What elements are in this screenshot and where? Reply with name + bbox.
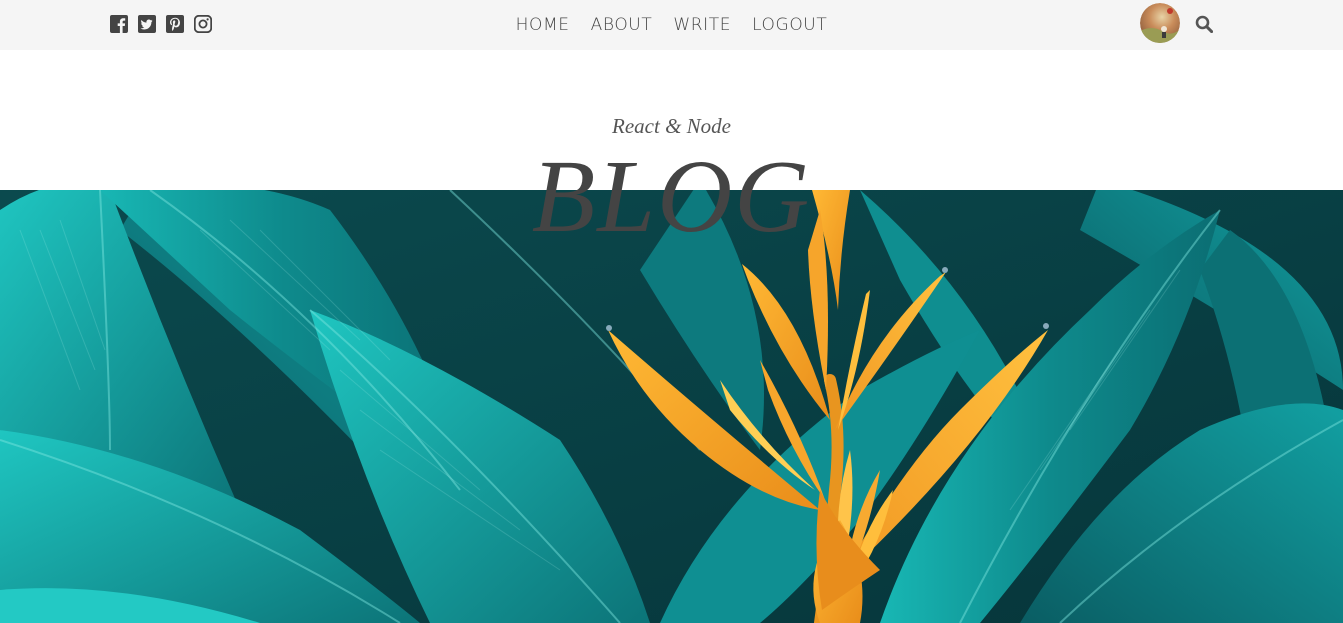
top-bar: HOME ABOUT WRITE LOGOUT <box>0 0 1343 50</box>
search-icon[interactable] <box>1195 15 1213 33</box>
instagram-icon[interactable] <box>194 15 212 33</box>
user-area <box>1140 3 1213 43</box>
nav-logout[interactable]: LOGOUT <box>752 15 827 35</box>
avatar[interactable] <box>1140 3 1180 43</box>
social-icons <box>110 15 212 33</box>
tropical-leaves-image <box>0 190 1343 623</box>
facebook-square-icon[interactable] <box>110 15 128 33</box>
pinterest-square-icon[interactable] <box>166 15 184 33</box>
nav-home[interactable]: HOME <box>516 15 570 35</box>
nav-about[interactable]: ABOUT <box>591 15 653 35</box>
header-subtitle: React & Node <box>612 114 731 138</box>
twitter-square-icon[interactable] <box>138 15 156 33</box>
nav-write[interactable]: WRITE <box>673 15 731 35</box>
header-image <box>0 190 1343 623</box>
